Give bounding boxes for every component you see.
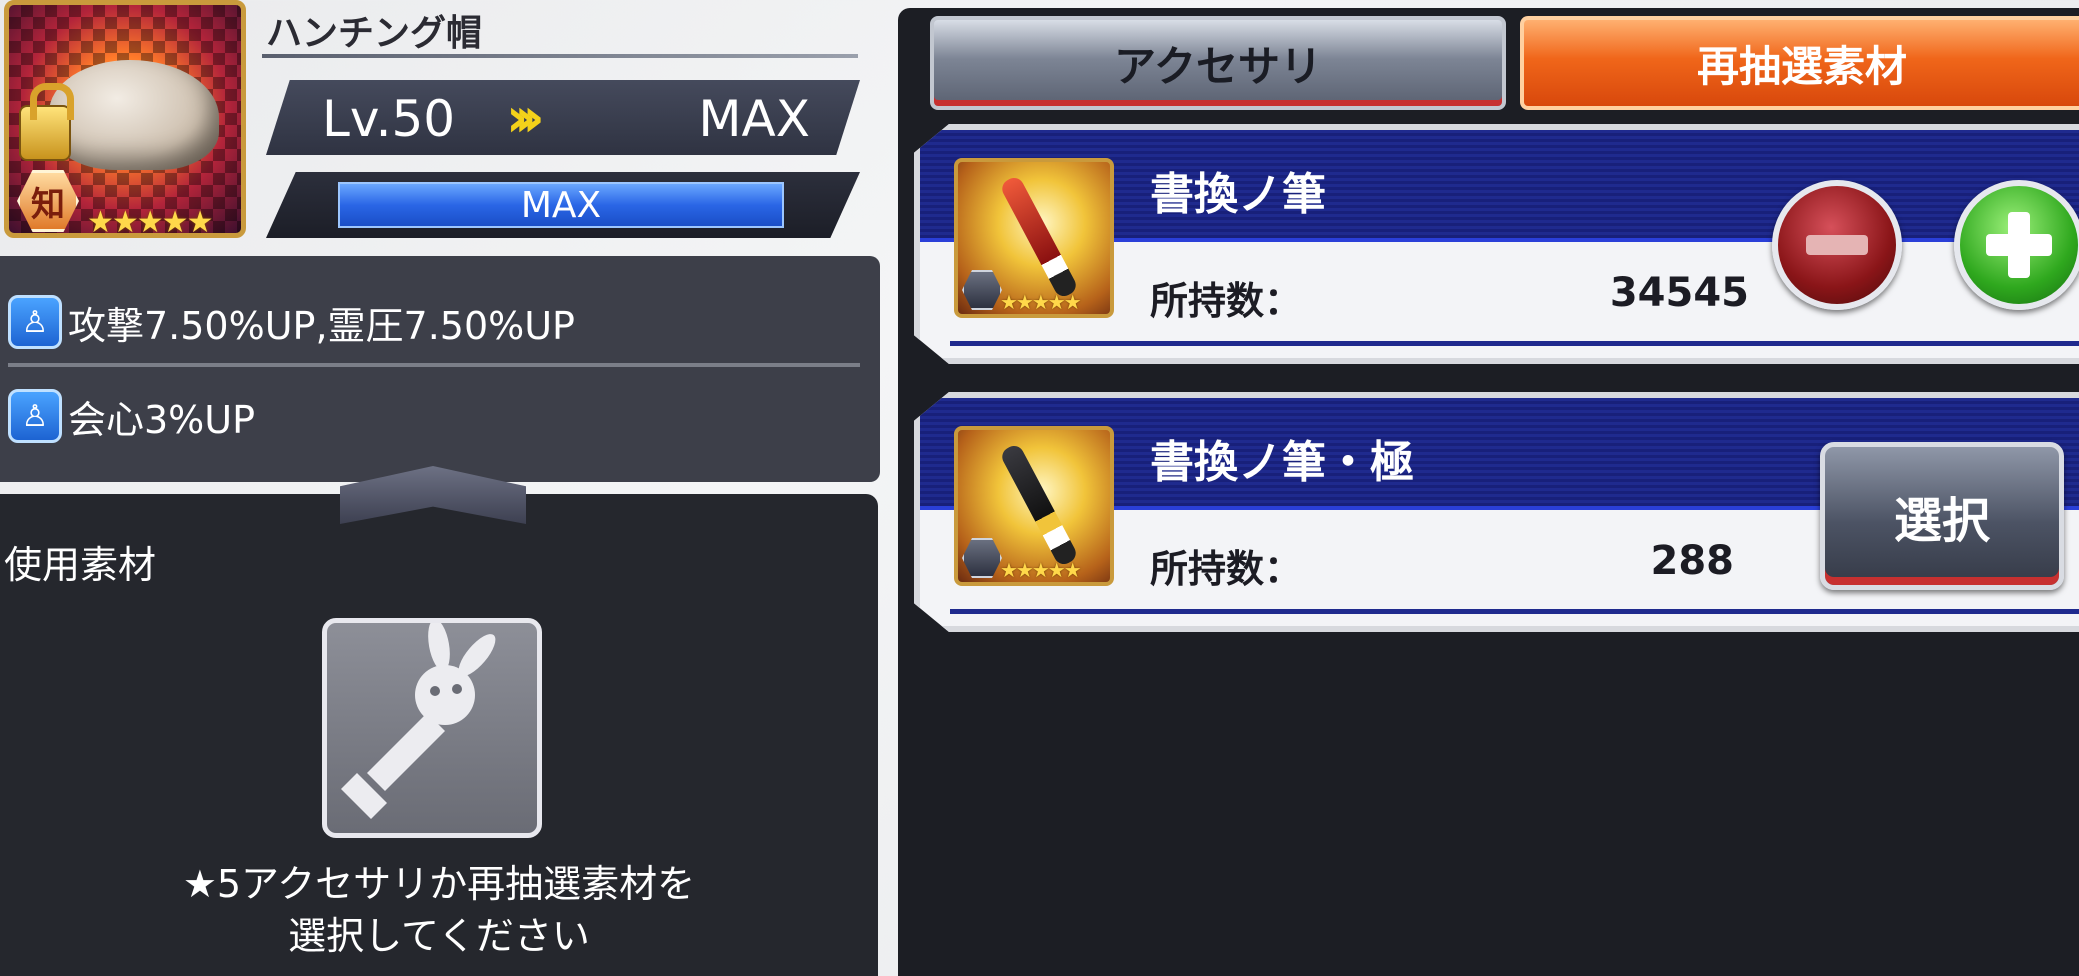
owned-label: 所持数： bbox=[1150, 279, 1303, 323]
accessory-icon[interactable]: 知 ★★★★★ bbox=[4, 0, 246, 238]
increase-button[interactable] bbox=[1954, 180, 2079, 310]
owned-count: 288 bbox=[1650, 538, 1735, 584]
name-underline bbox=[262, 54, 858, 58]
skull-badge-icon bbox=[962, 270, 1002, 310]
effect-text: 攻撃7.50%UP,霊圧7.50%UP bbox=[68, 303, 575, 348]
effect-row: ♙ 会心3%UP bbox=[8, 386, 255, 446]
screen: 知 ★★★★★ ハンチング帽 Lv.50 ››› MAX MAX ♙ 攻撃7.5… bbox=[0, 0, 2079, 976]
material-name: 書換ノ筆 bbox=[1150, 169, 1326, 220]
hint-line-2: 選択してください bbox=[288, 914, 590, 958]
level-bar: Lv.50 ››› MAX bbox=[266, 80, 860, 155]
black-brush-icon bbox=[998, 442, 1080, 568]
exp-bar: MAX bbox=[266, 172, 860, 238]
rarity-stars: ★★★★★ bbox=[1000, 290, 1082, 314]
person-icon: ♙ bbox=[8, 389, 62, 443]
owned-count: 34545 bbox=[1609, 270, 1749, 316]
material-slot[interactable] bbox=[322, 618, 542, 838]
rewrite-brush-icon: ★★★★★ bbox=[954, 158, 1114, 318]
hint-line-1: ★5アクセサリか再抽選素材を bbox=[182, 862, 696, 906]
level-max-text: MAX bbox=[698, 90, 810, 148]
decrease-button[interactable] bbox=[1772, 180, 1902, 310]
materials-hint: ★5アクセサリか再抽選素材を 選択してください bbox=[0, 858, 878, 962]
rabbit-brush-placeholder-icon bbox=[341, 619, 496, 819]
effect-row: ♙ 攻撃7.50%UP,霊圧7.50%UP bbox=[8, 292, 575, 352]
lock-icon[interactable] bbox=[19, 83, 74, 161]
card-bottom-line bbox=[950, 609, 2079, 614]
select-button[interactable]: 選択 bbox=[1820, 442, 2064, 590]
effects-divider bbox=[8, 363, 860, 367]
double-chevron-right-icon: ››› bbox=[506, 86, 545, 149]
skull-badge-icon bbox=[962, 538, 1002, 578]
minus-icon bbox=[1806, 235, 1868, 255]
rewrite-brush-extreme-icon: ★★★★★ bbox=[954, 426, 1114, 586]
effects-panel: ♙ 攻撃7.50%UP,霊圧7.50%UP ♙ 会心3%UP bbox=[0, 256, 880, 482]
person-icon: ♙ bbox=[8, 295, 62, 349]
tab-accessory[interactable]: アクセサリ bbox=[930, 16, 1506, 110]
red-brush-icon bbox=[998, 174, 1080, 300]
owned-label: 所持数： bbox=[1150, 547, 1303, 591]
list-item[interactable]: ★★★★★ 書換ノ筆・極 所持数： 288 選択 bbox=[914, 392, 2079, 632]
hunting-cap-icon bbox=[49, 60, 219, 170]
rarity-stars: ★★★★★ bbox=[87, 205, 213, 238]
card-bottom-line bbox=[950, 341, 2079, 346]
effect-text: 会心3%UP bbox=[68, 397, 256, 442]
materials-title: 使用素材 bbox=[4, 543, 157, 587]
exp-bar-fill: MAX bbox=[338, 182, 784, 228]
material-name: 書換ノ筆・極 bbox=[1150, 437, 1414, 488]
tab-reroll-material[interactable]: 再抽選素材 bbox=[1520, 16, 2079, 110]
rarity-stars: ★★★★★ bbox=[1000, 558, 1082, 582]
level-text: Lv.50 bbox=[322, 90, 456, 148]
list-item[interactable]: ★★★★★ 書換ノ筆 所持数： 34545 bbox=[914, 124, 2079, 364]
plus-icon bbox=[1986, 212, 2052, 278]
accessory-name: ハンチング帽 bbox=[266, 13, 483, 54]
